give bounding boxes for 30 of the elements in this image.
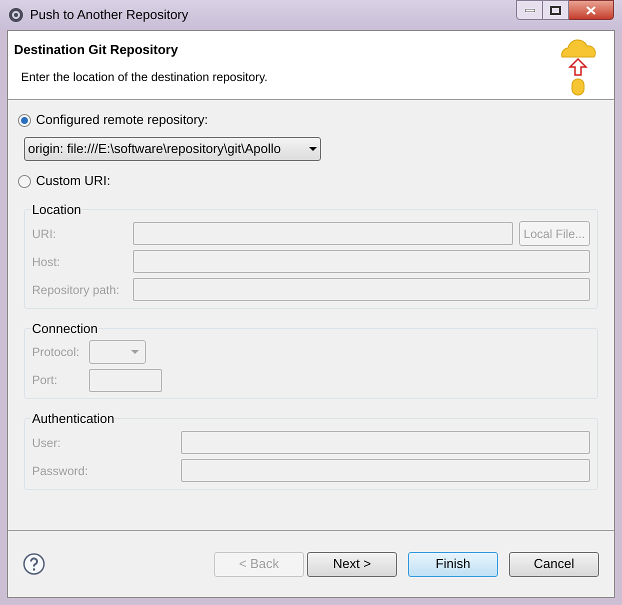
group-title: Location bbox=[31, 201, 82, 219]
group-title: Connection bbox=[31, 320, 99, 338]
radio-button[interactable] bbox=[18, 114, 31, 126]
close-button[interactable] bbox=[569, 0, 614, 20]
wizard-button[interactable]: Cancel bbox=[509, 552, 599, 576]
dropdown-arrow-icon bbox=[309, 147, 317, 151]
minimize-icon bbox=[524, 8, 534, 12]
window-title: Push to Another Repository bbox=[30, 6, 188, 24]
maximize-icon bbox=[550, 6, 561, 14]
page-description: Enter the location of the destination repository. bbox=[21, 68, 268, 86]
field-label: Host: bbox=[32, 254, 62, 270]
wizard-button[interactable]: Finish bbox=[408, 552, 498, 576]
field-label: Protocol: bbox=[32, 344, 80, 361]
wizard-button[interactable]: Next > bbox=[307, 552, 397, 576]
maximize-button[interactable] bbox=[543, 0, 569, 20]
page-title: Destination Git Repository bbox=[14, 41, 179, 59]
help-icon bbox=[23, 553, 45, 575]
radio-button[interactable] bbox=[18, 174, 31, 188]
group-title: Authentication bbox=[31, 410, 116, 428]
minimize-button[interactable] bbox=[516, 0, 543, 20]
field-label: User: bbox=[32, 434, 62, 452]
field-label: Password: bbox=[32, 462, 90, 480]
field-label: Port: bbox=[32, 372, 58, 389]
radio-label: Configured remote repository: bbox=[36, 111, 208, 130]
field-label: URI: bbox=[32, 226, 57, 242]
close-icon bbox=[586, 6, 596, 14]
remote-dropdown[interactable]: origin: file:///E:\software\repository\git\Apollo bbox=[24, 137, 321, 161]
radio-label: Custom URI: bbox=[36, 172, 110, 190]
dropdown-arrow-icon bbox=[131, 350, 139, 354]
field-label: Repository path: bbox=[32, 282, 120, 298]
